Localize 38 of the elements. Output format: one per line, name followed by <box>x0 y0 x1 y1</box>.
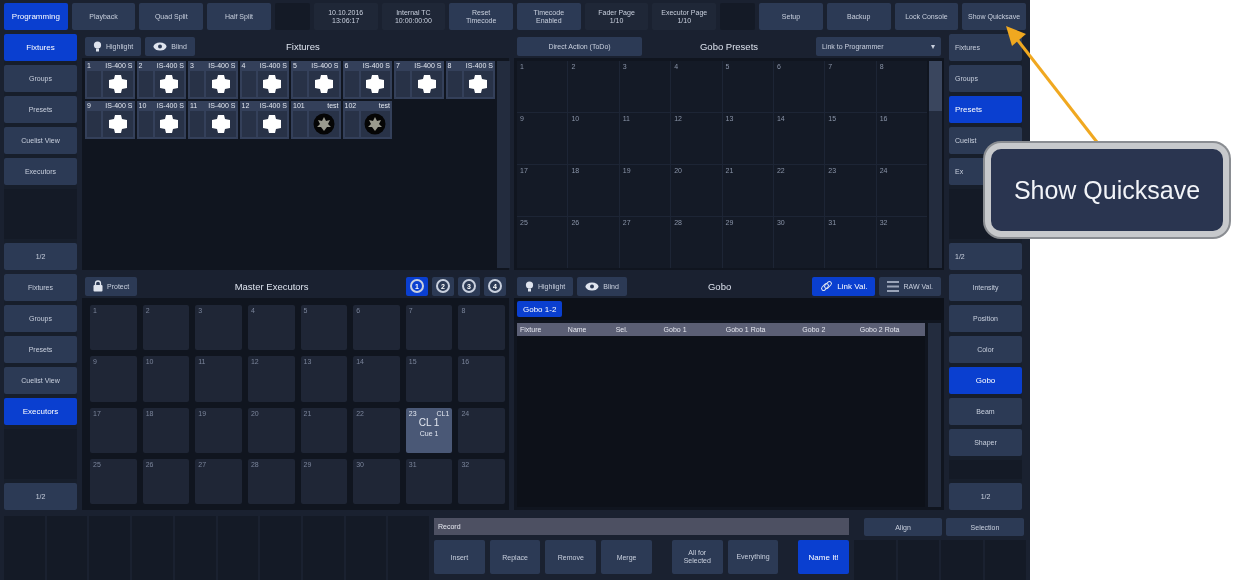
sidebar-button[interactable]: Fixtures <box>4 34 77 61</box>
gobo-icon <box>365 74 386 94</box>
bulb-icon <box>525 280 534 292</box>
gobo-pattern-icon <box>312 113 335 135</box>
panel-title: Gobo <box>706 280 733 292</box>
eye-icon <box>153 41 168 51</box>
panel-title: Gobo Presets <box>698 40 760 52</box>
callout-label: Show Quicksave <box>1013 175 1201 205</box>
gobo-icon <box>468 74 489 94</box>
bulb-icon <box>93 40 102 52</box>
sidebar-button[interactable]: Executors <box>4 398 77 425</box>
feature-tab[interactable]: Gobo 1-2 <box>517 301 563 317</box>
lock-icon <box>93 280 103 292</box>
link-icon <box>820 279 834 293</box>
gobo-icon <box>159 74 180 94</box>
grid-icon <box>887 280 900 292</box>
gobo-icon <box>262 74 283 94</box>
eye-icon <box>585 281 600 291</box>
panel-title: Fixtures <box>285 40 321 52</box>
cuelist-name: CL 1 <box>418 416 440 428</box>
gobo-icon <box>210 114 231 134</box>
gobo-icon <box>107 114 128 134</box>
gobo-icon <box>416 74 437 94</box>
gobo-icon <box>262 114 283 134</box>
gobo-icon <box>107 74 128 94</box>
toolbar-button[interactable]: Programming <box>4 3 68 30</box>
scrollbar[interactable] <box>928 323 941 507</box>
name-button[interactable]: Name It! <box>798 540 850 574</box>
scrollbar[interactable] <box>929 61 942 268</box>
gobo-pattern-icon <box>364 113 387 135</box>
gobo-icon <box>210 74 231 94</box>
gobo-icon <box>313 74 334 94</box>
sidebar-button[interactable]: Presets <box>949 96 1022 123</box>
sidebar-button[interactable]: Gobo <box>949 367 1022 394</box>
scrollbar[interactable] <box>497 61 510 268</box>
panel-title: Master Executors <box>233 280 310 292</box>
gobo-icon <box>159 114 180 134</box>
link-values-button[interactable]: Link Val. <box>812 276 876 296</box>
